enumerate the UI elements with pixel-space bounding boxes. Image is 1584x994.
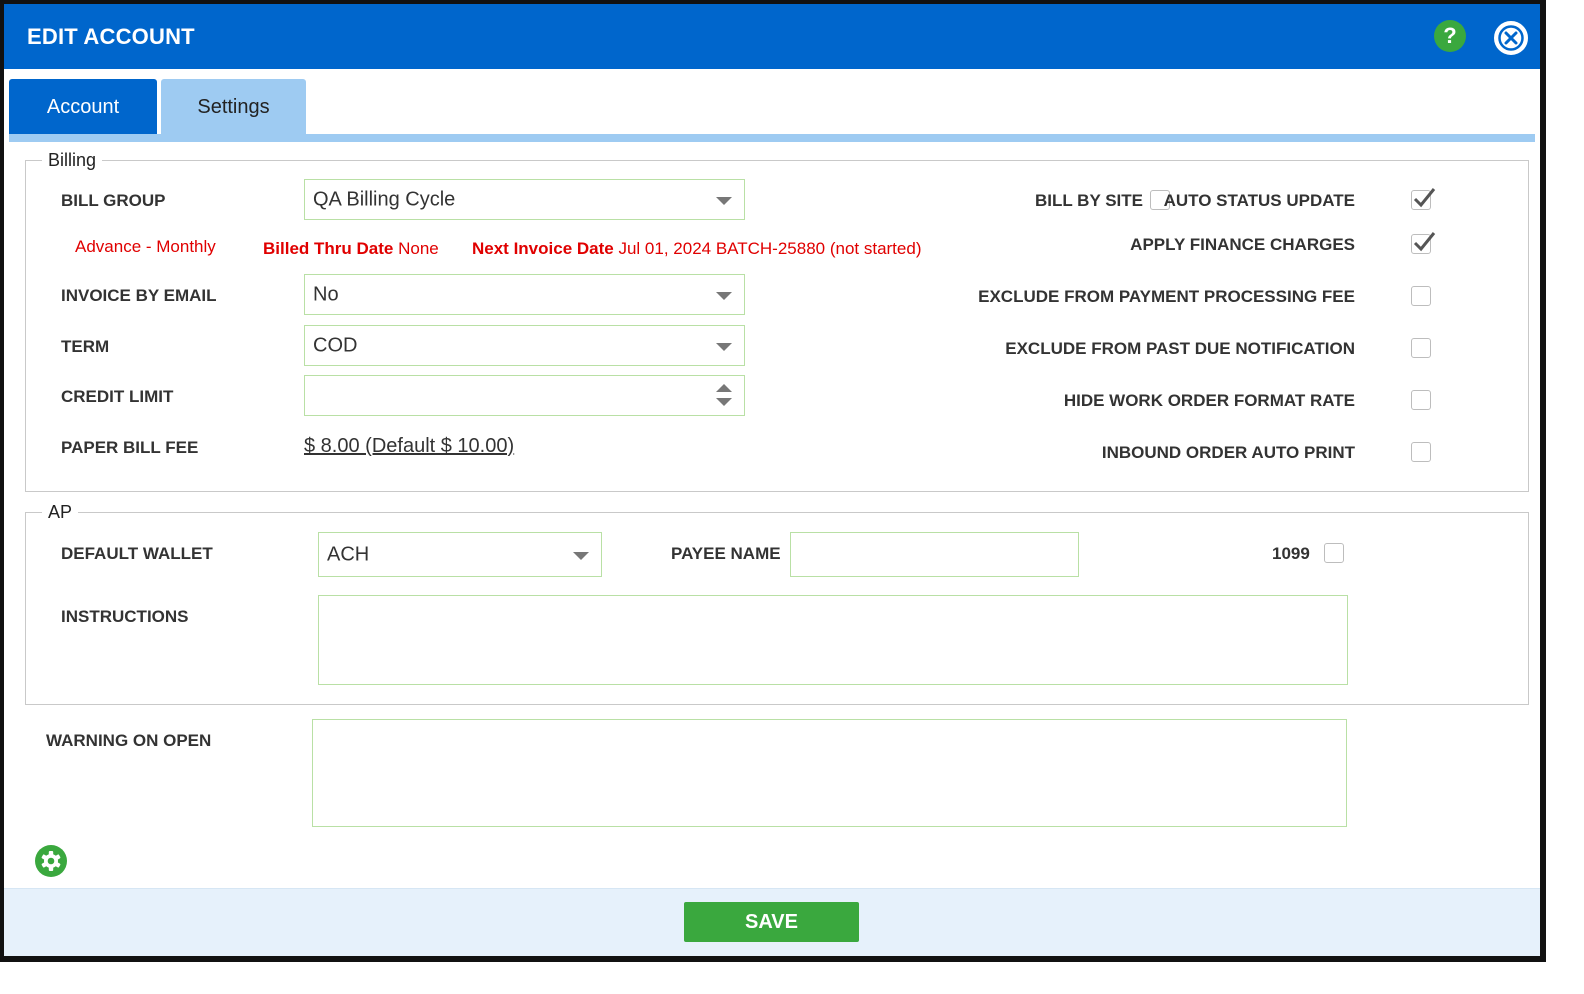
instructions-label: INSTRUCTIONS [61,607,189,626]
billing-cycle-text: Advance - Monthly [75,237,216,256]
tab-account[interactable]: Account [9,79,157,135]
default-wallet-label: DEFAULT WALLET [61,544,213,563]
form-1099-checkbox[interactable] [1324,543,1344,563]
hide-work-order-format-rate-label: HIDE WORK ORDER FORMAT RATE [1063,391,1355,410]
invoice-by-email-value: No [313,283,339,305]
exclude-payment-processing-fee-checkbox[interactable] [1411,286,1431,306]
term-value: COD [313,334,358,356]
hide-work-order-format-rate-checkbox[interactable] [1411,390,1431,410]
exclude-payment-processing-fee-label: EXCLUDE FROM PAYMENT PROCESSING FEE [978,287,1355,306]
term-select[interactable]: COD [304,325,745,366]
spin-down-icon[interactable] [716,398,732,406]
auto-status-update-label: AUTO STATUS UPDATE [1163,191,1355,210]
edit-account-dialog: EDIT ACCOUNT ? Account Settings Billing … [0,0,1546,962]
warning-on-open-textarea[interactable] [312,719,1347,827]
credit-limit-label: CREDIT LIMIT [61,387,174,406]
exclude-past-due-notification-checkbox[interactable] [1411,338,1431,358]
ap-legend: AP [48,502,73,522]
next-invoice-date-label: Next Invoice Date [472,239,614,258]
chevron-down-icon [716,291,732,300]
billing-legend: Billing [48,150,97,170]
bill-by-site-label: BILL BY SITE [1035,191,1144,210]
paper-bill-fee-label: PAPER BILL FEE [61,438,199,457]
bill-group-label: BILL GROUP [61,191,166,210]
billed-thru-date-value: None [398,239,439,258]
chevron-down-icon [716,196,732,205]
warning-on-open-label: WARNING ON OPEN [46,731,212,750]
apply-finance-charges-label: APPLY FINANCE CHARGES [1130,235,1355,254]
close-icon[interactable] [1494,21,1528,55]
number-spinner[interactable] [716,384,732,410]
default-wallet-value: ACH [327,543,370,565]
tab-bar: Account Settings [9,79,1535,144]
paper-bill-fee-link[interactable]: $ 8.00 (Default $ 10.00) [304,435,514,458]
dialog-titlebar: EDIT ACCOUNT ? [4,4,1540,69]
bill-group-value: QA Billing Cycle [313,188,456,210]
checkmark-icon [1413,188,1436,208]
instructions-textarea[interactable] [318,595,1348,685]
save-button[interactable]: SAVE [684,902,859,942]
billed-thru-date-label: Billed Thru Date [263,239,394,258]
inbound-order-auto-print-label: INBOUND ORDER AUTO PRINT [1101,443,1355,462]
term-label: TERM [61,337,110,356]
credit-limit-input[interactable] [304,375,745,416]
chevron-down-icon [573,551,589,560]
exclude-past-due-notification-label: EXCLUDE FROM PAST DUE NOTIFICATION [1005,339,1355,358]
form-1099-label: 1099 [1272,544,1310,563]
auto-status-update-checkbox[interactable] [1411,188,1436,210]
tab-underline [9,134,1535,142]
checkmark-icon [1413,232,1436,252]
next-invoice-date: Next Invoice Date Jul 01, 2024 BATCH-258… [472,239,921,259]
billed-thru-date: Billed Thru Date None [263,239,439,259]
next-invoice-date-value: Jul 01, 2024 BATCH-25880 (not started) [618,239,922,258]
inbound-order-auto-print-checkbox[interactable] [1411,442,1431,462]
chevron-down-icon [716,342,732,351]
invoice-by-email-label: INVOICE BY EMAIL [61,286,217,305]
bill-group-select[interactable]: QA Billing Cycle [304,179,745,220]
question-mark-icon[interactable]: ? [1434,20,1466,52]
payee-name-label: PAYEE NAME [671,544,781,563]
default-wallet-select[interactable]: ACH [318,532,602,577]
payee-name-input[interactable] [790,532,1079,577]
tab-settings[interactable]: Settings [161,79,306,135]
dialog-title: EDIT ACCOUNT [27,24,195,49]
gear-icon[interactable] [35,845,67,877]
spin-up-icon[interactable] [716,384,732,392]
apply-finance-charges-checkbox[interactable] [1411,232,1436,254]
dialog-footer: SAVE [4,888,1540,956]
invoice-by-email-select[interactable]: No [304,274,745,315]
